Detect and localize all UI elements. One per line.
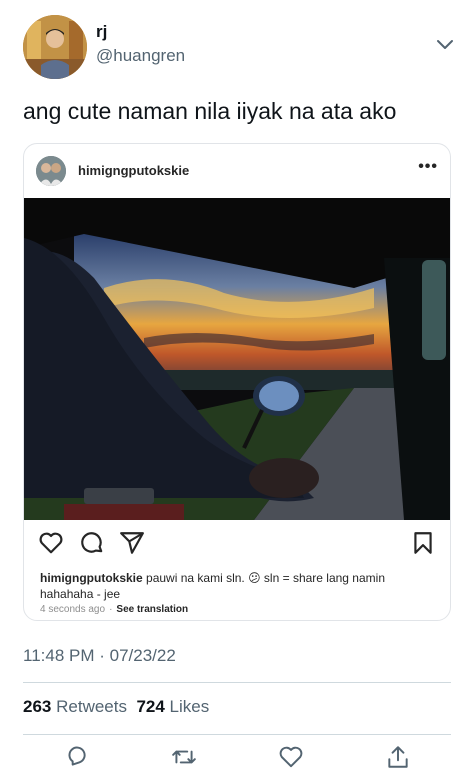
retweets-count[interactable]: 263 xyxy=(23,697,51,716)
likes-label[interactable]: Likes xyxy=(170,697,210,716)
comment-icon[interactable] xyxy=(79,530,105,556)
divider xyxy=(23,734,451,735)
avatar[interactable] xyxy=(23,15,87,79)
meta-separator: · xyxy=(109,604,113,615)
instagram-meta: 4 seconds ago · See translation xyxy=(40,604,188,615)
tweet-timestamp[interactable]: 11:48 PM · 07/23/22 xyxy=(23,646,176,666)
heart-icon[interactable] xyxy=(38,530,64,556)
instagram-embed-card[interactable]: himigngputokskie ••• himigngputokskie pa… xyxy=(23,143,451,621)
divider xyxy=(23,682,451,683)
bookmark-icon[interactable] xyxy=(410,530,436,556)
display-name[interactable]: rj xyxy=(96,22,107,42)
more-options-icon[interactable]: ••• xyxy=(418,158,438,176)
share-icon[interactable] xyxy=(119,530,145,556)
instagram-photo[interactable] xyxy=(24,198,450,520)
reply-icon[interactable] xyxy=(64,744,90,770)
post-time-ago: 4 seconds ago xyxy=(40,604,106,615)
see-translation-link[interactable]: See translation xyxy=(116,604,188,615)
like-icon[interactable] xyxy=(278,744,304,770)
chevron-down-icon[interactable] xyxy=(436,38,454,52)
instagram-avatar[interactable] xyxy=(36,156,66,186)
user-handle[interactable]: @huangren xyxy=(96,46,185,66)
tweet-stats: 263 Retweets 724 Likes xyxy=(23,697,209,717)
tweet-text: ang cute naman nila iiyak na ata ako xyxy=(23,98,397,124)
share-icon[interactable] xyxy=(385,744,411,770)
likes-count[interactable]: 724 xyxy=(136,697,164,716)
instagram-username[interactable]: himigngputokskie xyxy=(78,163,189,178)
instagram-actions xyxy=(24,528,450,558)
caption-username[interactable]: himigngputokskie xyxy=(40,571,143,585)
retweet-icon[interactable] xyxy=(171,744,197,770)
instagram-caption: himigngputokskie pauwi na kami sln. 😕 sl… xyxy=(40,570,436,602)
retweets-label[interactable]: Retweets xyxy=(56,697,127,716)
